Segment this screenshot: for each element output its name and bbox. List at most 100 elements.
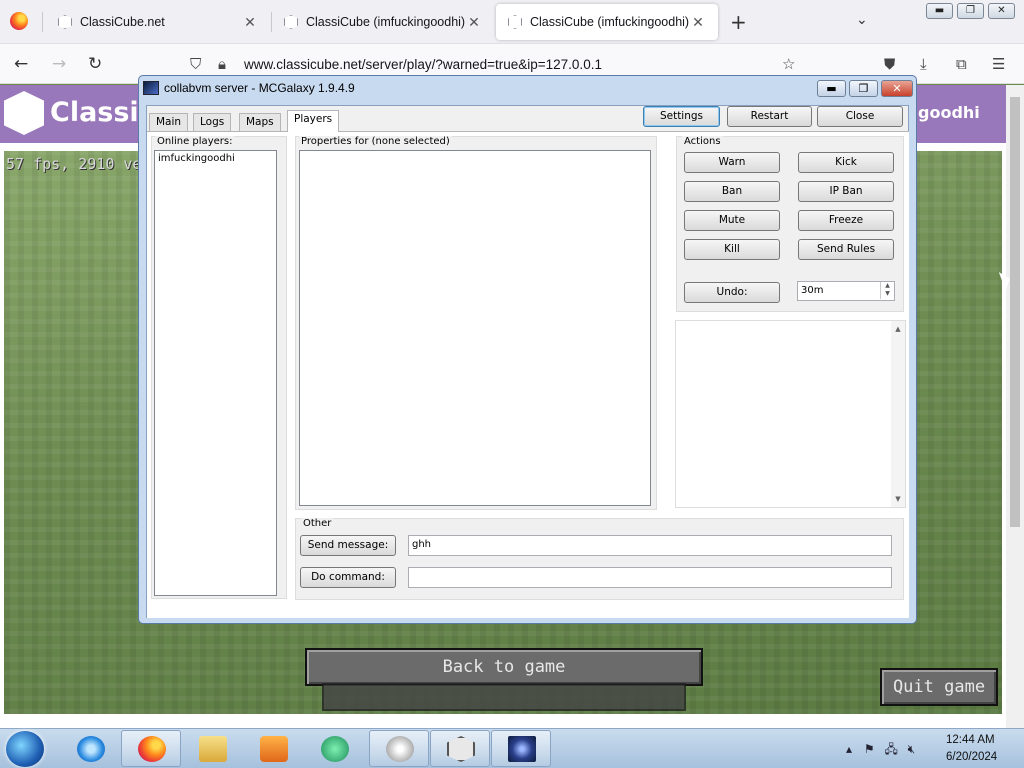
dialog-minimize-button[interactable]: ▬ (817, 80, 846, 97)
back-arrow-icon[interactable]: ← (14, 54, 28, 74)
cube-icon (284, 15, 298, 29)
properties-label: Properties for (none selected) (299, 136, 452, 147)
dialog-close-button[interactable]: ✕ (881, 80, 913, 97)
scroll-up-icon[interactable]: ▲ (891, 325, 905, 333)
kick-button[interactable]: Kick (798, 152, 894, 173)
url-bar[interactable]: www.classicube.net/server/play/?warned=t… (244, 57, 602, 72)
window-title: collabvm server - MCGalaxy 1.9.4.9 (164, 81, 355, 95)
disc-icon (386, 736, 414, 762)
scroll-down-icon[interactable]: ▼ (891, 495, 905, 503)
taskbar-classicube[interactable] (430, 730, 490, 767)
forward-arrow-icon[interactable]: → (52, 54, 66, 74)
send-message-input[interactable]: ghh (408, 535, 892, 556)
taskbar-app-green[interactable] (304, 730, 364, 767)
menu-icon[interactable]: ☰ (992, 55, 1005, 73)
taskbar-firefox[interactable] (121, 730, 181, 767)
folder-icon (199, 736, 227, 762)
back-to-game-button[interactable]: Back to game (305, 648, 703, 686)
extensions-icon[interactable]: ⧉ (956, 55, 967, 73)
bookmark-star-icon[interactable]: ☆ (782, 55, 795, 73)
cube-icon (508, 15, 522, 29)
start-button[interactable] (6, 731, 44, 767)
list-tabs-chevron-icon[interactable]: ⌄ (856, 12, 868, 28)
lock-icon[interactable]: 🔒︎ (218, 55, 226, 73)
mcgalaxy-icon (508, 736, 536, 762)
settings-button[interactable]: Settings (643, 106, 720, 127)
actions-label: Actions (682, 136, 723, 147)
restart-button[interactable]: Restart (727, 106, 812, 127)
firefox-icon (138, 736, 166, 762)
tab-classicube-play-1[interactable]: ClassiCube (imfuckingoodhi) ✕ (272, 4, 494, 40)
system-tray: ▴ ⚑ 🖧︎ 🔇︎ (846, 740, 915, 761)
close-icon[interactable]: ✕ (466, 14, 482, 31)
close-icon[interactable]: ✕ (690, 14, 706, 31)
cube-icon (58, 15, 72, 29)
online-players-list[interactable]: imfuckingoodhi (154, 150, 277, 596)
username-label[interactable]: goodhi (918, 103, 980, 122)
tab-classicube-play-active[interactable]: ClassiCube (imfuckingoodhi) ✕ (496, 4, 718, 40)
taskbar-mcgalaxy[interactable] (491, 730, 551, 767)
other-label: Other (301, 518, 334, 529)
send-rules-button[interactable]: Send Rules (798, 239, 894, 260)
tab-title: ClassiCube (imfuckingoodhi) (530, 15, 690, 29)
quit-game-button[interactable]: Quit game (880, 668, 998, 706)
app-globe-icon (321, 736, 349, 762)
close-button[interactable]: Close (817, 106, 903, 127)
network-icon[interactable]: 🖧︎ (884, 742, 897, 756)
tab-main[interactable]: Main (149, 113, 189, 131)
taskbar-explorer[interactable] (182, 730, 242, 767)
undo-button[interactable]: Undo: (684, 282, 780, 303)
log-scrollbar[interactable]: ▲ ▼ (891, 321, 905, 507)
do-command-input[interactable] (408, 567, 892, 588)
dialog-maximize-button[interactable]: ❐ (849, 80, 878, 97)
scrollbar-thumb[interactable] (1010, 97, 1020, 527)
spin-up-icon[interactable]: ▲ (881, 282, 894, 290)
window-minimize-button[interactable]: ▬ (926, 3, 953, 19)
shield-icon[interactable]: ⛉ (190, 55, 201, 73)
reload-icon[interactable]: ↻ (88, 54, 102, 74)
warn-button[interactable]: Warn (684, 152, 780, 173)
online-players-label: Online players: (155, 136, 235, 147)
tab-maps[interactable]: Maps (239, 113, 281, 131)
volume-muted-icon[interactable]: 🔇︎ (908, 742, 916, 756)
browser-tab-bar: ClassiCube.net ✕ ClassiCube (imfuckingoo… (0, 0, 1024, 44)
undo-spinner[interactable]: ▲ ▼ (880, 282, 894, 299)
tab-players[interactable]: Players (287, 110, 340, 132)
window-restore-button[interactable]: ❐ (957, 3, 984, 19)
close-icon[interactable]: ✕ (242, 14, 258, 31)
download-icon[interactable]: ⤓ (920, 55, 927, 73)
do-command-button[interactable]: Do command: (300, 567, 396, 588)
window-close-button[interactable]: ✕ (988, 3, 1015, 19)
clock-time[interactable]: 12:44 AM (946, 734, 995, 746)
firefox-icon[interactable] (10, 12, 28, 30)
pocket-icon[interactable]: ⛊ (884, 55, 895, 73)
list-item[interactable]: imfuckingoodhi (155, 151, 276, 166)
send-message-button[interactable]: Send message: (300, 535, 396, 556)
tab-title: ClassiCube.net (80, 15, 165, 29)
internet-explorer-icon (77, 736, 105, 762)
tab-classicube-net[interactable]: ClassiCube.net ✕ (46, 4, 270, 40)
ban-button[interactable]: Ban (684, 181, 780, 202)
kill-button[interactable]: Kill (684, 239, 780, 260)
clock-date[interactable]: 6/20/2024 (946, 751, 997, 763)
app-icon (143, 81, 159, 95)
taskbar-ie[interactable] (60, 730, 120, 767)
tab-separator (42, 12, 43, 32)
tab-title: ClassiCube (imfuckingoodhi) (306, 15, 466, 29)
classicube-icon (447, 736, 475, 762)
taskbar-app-disc[interactable] (369, 730, 429, 767)
players-tab-panel: Online players: imfuckingoodhi Propertie… (147, 131, 909, 618)
taskbar-media-player[interactable] (243, 730, 303, 767)
freeze-button[interactable]: Freeze (798, 210, 894, 231)
tab-logs[interactable]: Logs (193, 113, 232, 131)
spin-down-icon[interactable]: ▼ (881, 290, 894, 298)
ip-ban-button[interactable]: IP Ban (798, 181, 894, 202)
new-tab-button[interactable]: + (730, 10, 747, 34)
page-scrollbar[interactable] (1006, 85, 1024, 728)
window-client-area: Main Logs Maps Players Settings Restart … (146, 105, 909, 618)
action-center-flag-icon[interactable]: ⚑ (864, 742, 875, 756)
tray-expand-icon[interactable]: ▴ (846, 742, 852, 756)
mute-button[interactable]: Mute (684, 210, 780, 231)
properties-grid[interactable] (299, 150, 651, 506)
player-log-box[interactable]: ▲ ▼ (675, 320, 906, 508)
